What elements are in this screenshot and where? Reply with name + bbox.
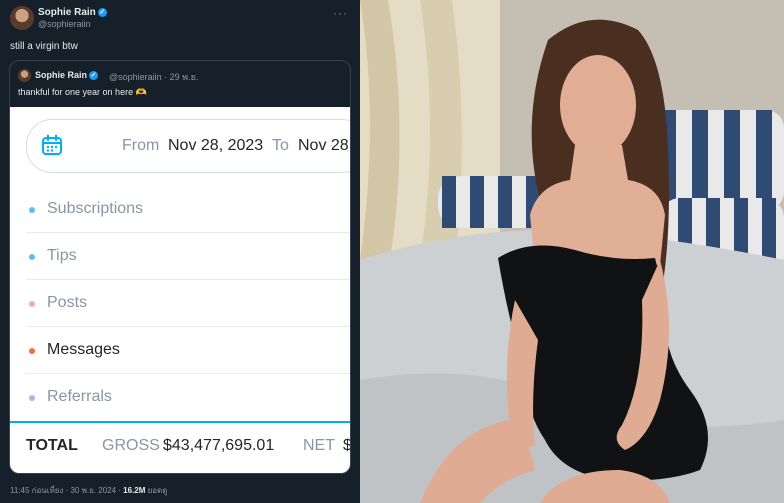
total-row: TOTAL GROSS $43,477,695.01 NET $ xyxy=(10,423,350,473)
view-count: 16.2M xyxy=(123,486,146,495)
total-label: TOTAL xyxy=(26,437,78,454)
earnings-row-subscriptions[interactable]: Subscriptions xyxy=(10,186,350,233)
earnings-row-posts[interactable]: Posts xyxy=(10,280,350,327)
author-name-text[interactable]: Sophie Rain xyxy=(38,7,96,18)
tweet-text: still a virgin btw xyxy=(10,41,78,52)
tweet-timestamp[interactable]: 11:45 ก่อนเที่ยง · 30 พ.ย. 2024 · xyxy=(10,486,123,495)
gross-value: $43,477,695.01 xyxy=(163,437,275,454)
row-label: Tips xyxy=(47,247,77,264)
net-label: NET xyxy=(303,437,335,454)
calendar-icon xyxy=(42,134,62,155)
earnings-screenshot: From Nov 28, 2023 To Nov 28 Subscription… xyxy=(10,107,350,473)
net-value: $ xyxy=(343,437,350,455)
date-to-label: To xyxy=(272,137,289,154)
date-from-value[interactable]: Nov 28, 2023 xyxy=(168,137,263,155)
date-from-label: From xyxy=(122,137,160,154)
author-name[interactable]: Sophie Rain ✓ xyxy=(38,7,107,18)
row-dot-icon xyxy=(29,207,35,213)
verified-badge-icon: ✓ xyxy=(97,8,107,17)
author-handle[interactable]: @sophieraiin xyxy=(38,19,91,29)
attached-photo[interactable] xyxy=(360,0,784,503)
quote-tweet-card[interactable]: Sophie Rain ✓ @sophieraiin · 29 พ.ย. than… xyxy=(9,60,351,474)
verified-badge-icon: ✓ xyxy=(89,71,99,80)
earnings-row-referrals[interactable]: Referrals xyxy=(10,374,350,421)
row-label: Referrals xyxy=(47,388,112,405)
row-dot-icon xyxy=(29,254,35,260)
row-dot-icon xyxy=(29,395,35,401)
photo-illustration xyxy=(360,0,784,503)
gross-label: GROSS xyxy=(102,437,160,454)
row-dot-icon xyxy=(29,301,35,307)
avatar[interactable] xyxy=(10,6,34,30)
row-label: Posts xyxy=(47,294,88,311)
quote-avatar xyxy=(18,69,31,82)
tweet-pane: Sophie Rain ✓ @sophieraiin ··· still a vi… xyxy=(0,0,360,503)
date-range-picker[interactable]: From Nov 28, 2023 To Nov 28 xyxy=(26,119,350,173)
row-label: Messages xyxy=(47,341,120,358)
tweet-header: Sophie Rain ✓ @sophieraiin ··· xyxy=(10,4,350,34)
tweet-footer: 11:45 ก่อนเที่ยง · 30 พ.ย. 2024 · 16.2M … xyxy=(10,484,167,497)
quote-author-name: Sophie Rain ✓ xyxy=(35,70,99,80)
quote-author-name-text: Sophie Rain xyxy=(35,70,88,80)
row-dot-icon xyxy=(29,348,35,354)
date-to-value[interactable]: Nov 28 xyxy=(298,137,349,155)
more-horizontal-icon[interactable]: ··· xyxy=(333,6,348,20)
views-label: ยอดดู xyxy=(145,486,168,495)
quote-text: thankful for one year on here 🫶 xyxy=(18,87,147,97)
row-label: Subscriptions xyxy=(47,200,144,217)
earnings-row-messages[interactable]: Messages xyxy=(10,327,350,374)
quote-meta: @sophieraiin · 29 พ.ย. xyxy=(109,72,199,82)
earnings-row-tips[interactable]: Tips xyxy=(10,233,350,280)
